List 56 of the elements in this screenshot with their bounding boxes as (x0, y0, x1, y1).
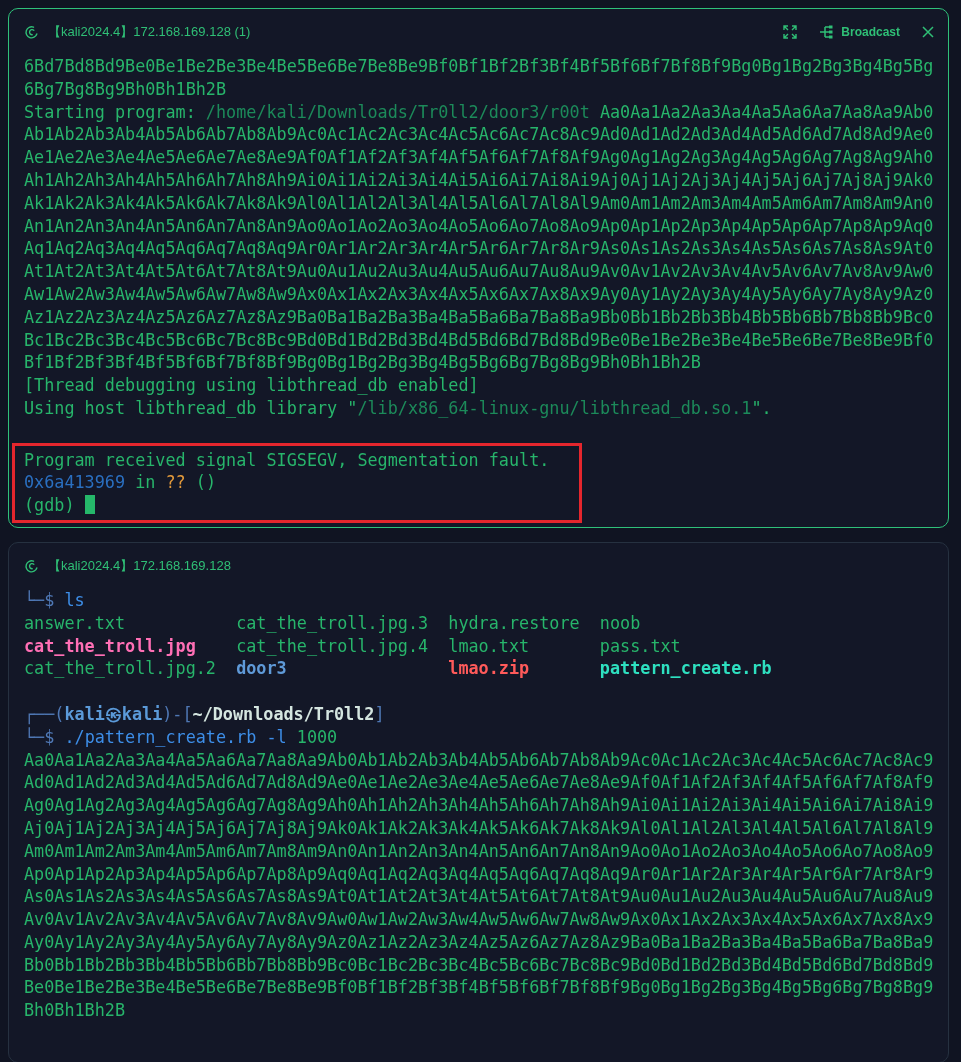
terminal-title: 【kali2024.4】172.168.169.128 (48, 556, 232, 575)
terminal-line: Av0Av1Av2Av3Av4Av5Av6Av7Av8Av9Aw0Aw1Aw2Aw3Aw4Aw5Aw6Aw7Aw8Aw9Ax0Ax1Ax2Ax3Ax4Ax5Ax6Ax7Ax8Ax9 (24, 908, 935, 931)
terminal-line: At1At2At3At4At5At6At7At8At9Au0Au1Au2Au3Au4Au5Au6Au7Au8Au9Av0Av1Av2Av3Av4Av5Av6Av7Av8Av9Aw0 (24, 260, 935, 283)
file-name: door3 (236, 657, 288, 681)
terminal-line: Ay0Ay1Ay2Ay3Ay4Ay5Ay6Ay7Ay8Ay9Az0Az1Az2Az3Az4Az5Az6Az7Az8Az9Ba0Ba1Ba2Ba3Ba4Ba5Ba6Ba7Ba8Ba9 (24, 930, 935, 954)
terminal-line: Bc1Bc2Bc3Bc4Bc5Bc6Bc7Bc8Bc9Bd0Bd1Bd2Bd3Bd4Bd5Bd6Bd7Bd8Bd9Be0Be1Be2Be3Be4Be5Be6Be7Be8Be9Bf0 (24, 328, 935, 352)
terminal-line: Am0Am1Am2Am3Am4Am5Am6Am7Am8Am9An0An1An2An3An4An5An6An7An8An9Ao0Ao1Ao2Ao3Ao4Ao5Ao6Ao7Ao8Ao9 (24, 839, 935, 863)
terminal-line: Aq1Aq2Aq3Aq4Aq5Aq6Aq7Aq8Aq9Ar0Ar1Ar2Ar3Ar4Ar5Ar6Ar7Ar8Ar9As0As1As2As3As4As5As6As7As8As9At0 (24, 237, 935, 261)
terminal-line: (gdb) (24, 494, 550, 517)
terminal-line: Starting program: /home/kali/Downloads/Tr0ll2/door3/r00t Aa0Aa1Aa2Aa3Aa4Aa5Aa6Aa7Aa8Aa9Ab0 (24, 100, 935, 124)
broadcast-button[interactable]: Broadcast (819, 25, 900, 39)
broadcast-icon (819, 25, 836, 39)
terminal-line: ┌──(kali㉿kali)-[~/Downloads/Tr0ll2] (24, 702, 386, 726)
file-name: cat_the_troll.jpg.4 (236, 634, 430, 658)
terminal-line: Ag0Ag1Ag2Ag3Ag4Ag5Ag6Ag7Ag8Ag9Ah0Ah1Ah2Ah3Ah4Ah5Ah6Ah7Ah8Ah9Ai0Ai1Ai2Ai3Ai4Ai5Ai6Ai7Ai8Ai9 (24, 794, 935, 817)
terminal-title: 【kali2024.4】172.168.169.128 (1) (48, 23, 252, 41)
terminal-line: Ab1Ab2Ab3Ab4Ab5Ab6Ab7Ab8Ab9Ac0Ac1Ac2Ac3Ac4Ac5Ac6Ac7Ac8Ac9Ad0Ad1Ad2Ad3Ad4Ad5Ad6Ad7Ad8Ad9Ae0 (24, 123, 935, 147)
terminal-line: Ap0Ap1Ap2Ap3Ap4Ap5Ap6Ap7Ap8Ap9Aq0Aq1Aq2Aq3Aq4Aq5Aq6Aq7Aq8Aq9Ar0Ar1Ar2Ar3Ar4Ar5Ar6Ar7Ar8Ar9 (24, 862, 935, 886)
file-name: cat_the_troll.jpg (24, 634, 197, 658)
file-name: cat_the_troll.jpg.2 (24, 657, 217, 681)
terminal-line: Ae1Ae2Ae3Ae4Ae5Ae6Ae7Ae8Ae9Af0Af1Af2Af3Af4Af5Af6Af7Af8Af9Ag0Ag1Ag2Ag3Ag4Ag5Ag6Ag7Ag8Ag9Ah0 (24, 146, 935, 169)
terminal-line: Ah1Ah2Ah3Ah4Ah5Ah6Ah7Ah8Ah9Ai0Ai1Ai2Ai3Ai4Ai5Ai6Ai7Ai8Ai9Aj0Aj1Aj2Aj3Aj4Aj5Aj6Aj7Aj8Aj9Ak0 (24, 169, 935, 192)
file-name: answer.txt (24, 611, 127, 635)
file-name: hydra.restore (448, 611, 581, 635)
terminal-line: Bf1Bf2Bf3Bf4Bf5Bf6Bf7Bf8Bf9Bg0Bg1Bg2Bg3Bg4Bg5Bg6Bg7Bg8Bg9Bh0Bh1Bh2B (24, 351, 702, 375)
swirl-icon (24, 24, 40, 40)
terminal-line: └─$ ls (24, 588, 86, 612)
terminal-line: An1An2An3An4An5An6An7An8An9Ao0Ao1Ao2Ao3Ao4Ao5Ao6Ao7Ao8Ao9Ap0Ap1Ap2Ap3Ap4Ap5Ap6Ap7Ap8Ap9Aq0 (24, 214, 935, 238)
terminal-line: Az1Az2Az3Az4Az5Az6Az7Az8Az9Ba0Ba1Ba2Ba3Ba4Ba5Ba6Ba7Ba8Ba9Bb0Bb1Bb2Bb3Bb4Bb5Bb6Bb7Bb8Bb9Bc0 (24, 305, 935, 329)
terminal-line: Program received signal SIGSEGV, Segmentation fault. (24, 448, 550, 472)
close-icon (922, 26, 934, 38)
close-button[interactable] (922, 26, 934, 38)
terminal-line: 6Bd7Bd8Bd9Be0Be1Be2Be3Be4Be5Be6Be7Be8Be9Bf0Bf1Bf2Bf3Bf4Bf5Bf6Bf7Bf8Bf9Bg0Bg1Bg2Bg3Bg4Bg5Bg (24, 55, 935, 78)
terminal-line: 6Bg7Bg8Bg9Bh0Bh1Bh2B (24, 77, 228, 101)
file-name: noob (599, 611, 642, 635)
terminal-line: Aa0Aa1Aa2Aa3Aa4Aa5Aa6Aa7Aa8Aa9Ab0Ab1Ab2Ab3Ab4Ab5Ab6Ab7Ab8Ab9Ac0Ac1Ac2Ac3Ac4Ac5Ac6Ac7Ac8Ac9 (24, 748, 935, 772)
terminal-line: [Thread debugging using libthread_db enabled] (24, 374, 480, 397)
file-name: pattern_create.rb (599, 657, 773, 681)
file-name: lmao.txt (448, 634, 531, 658)
file-name: cat_the_troll.jpg.3 (236, 611, 430, 635)
terminal-line: Aj0Aj1Aj2Aj3Aj4Aj5Aj6Aj7Aj8Aj9Ak0Ak1Ak2Ak3Ak4Ak5Ak6Ak7Ak8Ak9Al0Al1Al2Al3Al4Al5Al6Al7Al8Al9 (24, 816, 935, 840)
terminal-line: Be0Be1Be2Be3Be4Be5Be6Be7Be8Be9Bf0Bf1Bf2Bf3Bf4Bf5Bf6Bf7Bf8Bf9Bg0Bg1Bg2Bg3Bg4Bg5Bg6Bg7Bg8Bg9 (24, 976, 935, 1000)
file-name: pass.txt (599, 634, 682, 658)
terminal-line: └─$ ./pattern_create.rb -l 1000 (24, 725, 339, 749)
file-name: lmao.zip (448, 657, 531, 681)
expand-icon (783, 25, 798, 39)
terminal-line: Aw1Aw2Aw3Aw4Aw5Aw6Aw7Aw8Aw9Ax0Ax1Ax2Ax3Ax4Ax5Ax6Ax7Ax8Ax9Ay0Ay1Ay2Ay3Ay4Ay5Ay6Ay7Ay8Ay9Az0 (24, 282, 935, 306)
terminal-line: Bh0Bh1Bh2B (24, 999, 127, 1023)
terminal-line: Ak1Ak2Ak3Ak4Ak5Ak6Ak7Ak8Ak9Al0Al1Al2Al3Al4Al5Al6Al7Al8Al9Am0Am1Am2Am3Am4Am5Am6Am7Am8Am9An0 (24, 191, 935, 215)
terminal-line: Ad0Ad1Ad2Ad3Ad4Ad5Ad6Ad7Ad8Ad9Ae0Ae1Ae2Ae3Ae4Ae5Ae6Ae7Ae8Ae9Af0Af1Af2Af3Af4Af5Af6Af7Af8Af9 (24, 771, 935, 795)
terminal-line: Bb0Bb1Bb2Bb3Bb4Bb5Bb6Bb7Bb8Bb9Bc0Bc1Bc2Bc3Bc4Bc5Bc6Bc7Bc8Bc9Bd0Bd1Bd2Bd3Bd4Bd5Bd6Bd7Bd8Bd9 (24, 953, 935, 977)
terminal-line: 0x6a413969 in ?? () (24, 471, 217, 495)
terminal-line: Using host libthread_db library "/lib/x86_64-linux-gnu/libthread_db.so.1". (24, 396, 773, 420)
swirl-icon (24, 557, 40, 574)
expand-button[interactable] (783, 25, 798, 39)
terminal-line: As0As1As2As3As4As5As6As7As8As9At0At1At2At3At4At5At6At7At8At9Au0Au1Au2Au3Au4Au5Au6Au7Au8Au9 (24, 885, 935, 909)
